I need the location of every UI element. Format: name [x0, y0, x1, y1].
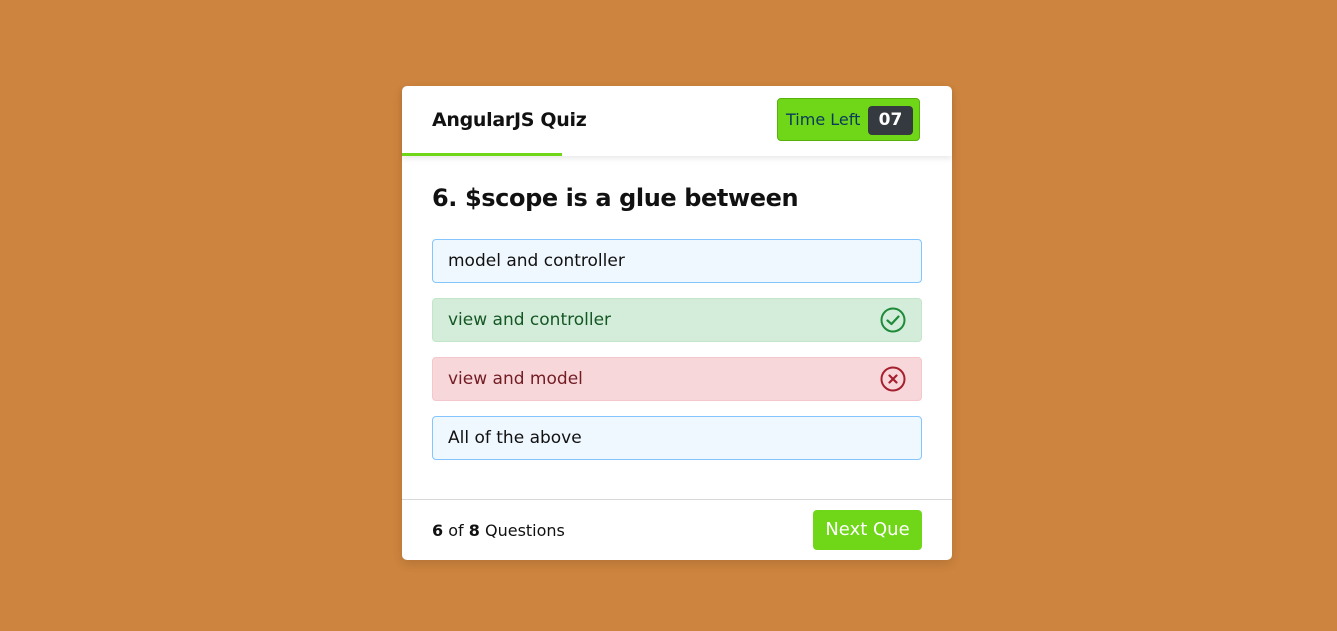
x-circle-icon	[880, 366, 906, 392]
option-label: model and controller	[448, 251, 625, 271]
option-label: view and controller	[448, 310, 612, 330]
counter-of: of	[448, 521, 464, 540]
time-line-progress	[402, 153, 562, 156]
quiz-title: AngularJS Quiz	[432, 109, 587, 131]
question-text: 6. $scope is a glue between	[432, 184, 799, 212]
total-question-number: 8	[468, 521, 480, 540]
question-counter: 6 of 8 Questions	[432, 521, 565, 540]
option-all-of-the-above[interactable]: All of the above	[432, 416, 922, 460]
option-view-and-controller[interactable]: view and controller	[432, 298, 922, 342]
timer-seconds: 07	[868, 106, 913, 135]
counter-suffix: Questions	[484, 521, 565, 540]
option-label: view and model	[448, 369, 583, 389]
next-question-button[interactable]: Next Que	[813, 510, 922, 550]
quiz-header: AngularJS Quiz Time Left 07	[402, 86, 952, 156]
option-label: All of the above	[448, 428, 582, 448]
current-question-number: 6	[432, 521, 444, 540]
option-model-and-controller[interactable]: model and controller	[432, 239, 922, 283]
timer-label: Time Left	[786, 110, 861, 129]
option-view-and-model[interactable]: view and model	[432, 357, 922, 401]
timer: Time Left 07	[777, 98, 920, 141]
quiz-footer: 6 of 8 Questions Next Que	[402, 499, 952, 561]
check-circle-icon	[880, 307, 906, 333]
quiz-box: AngularJS Quiz Time Left 07 6. $scope is…	[402, 86, 952, 560]
